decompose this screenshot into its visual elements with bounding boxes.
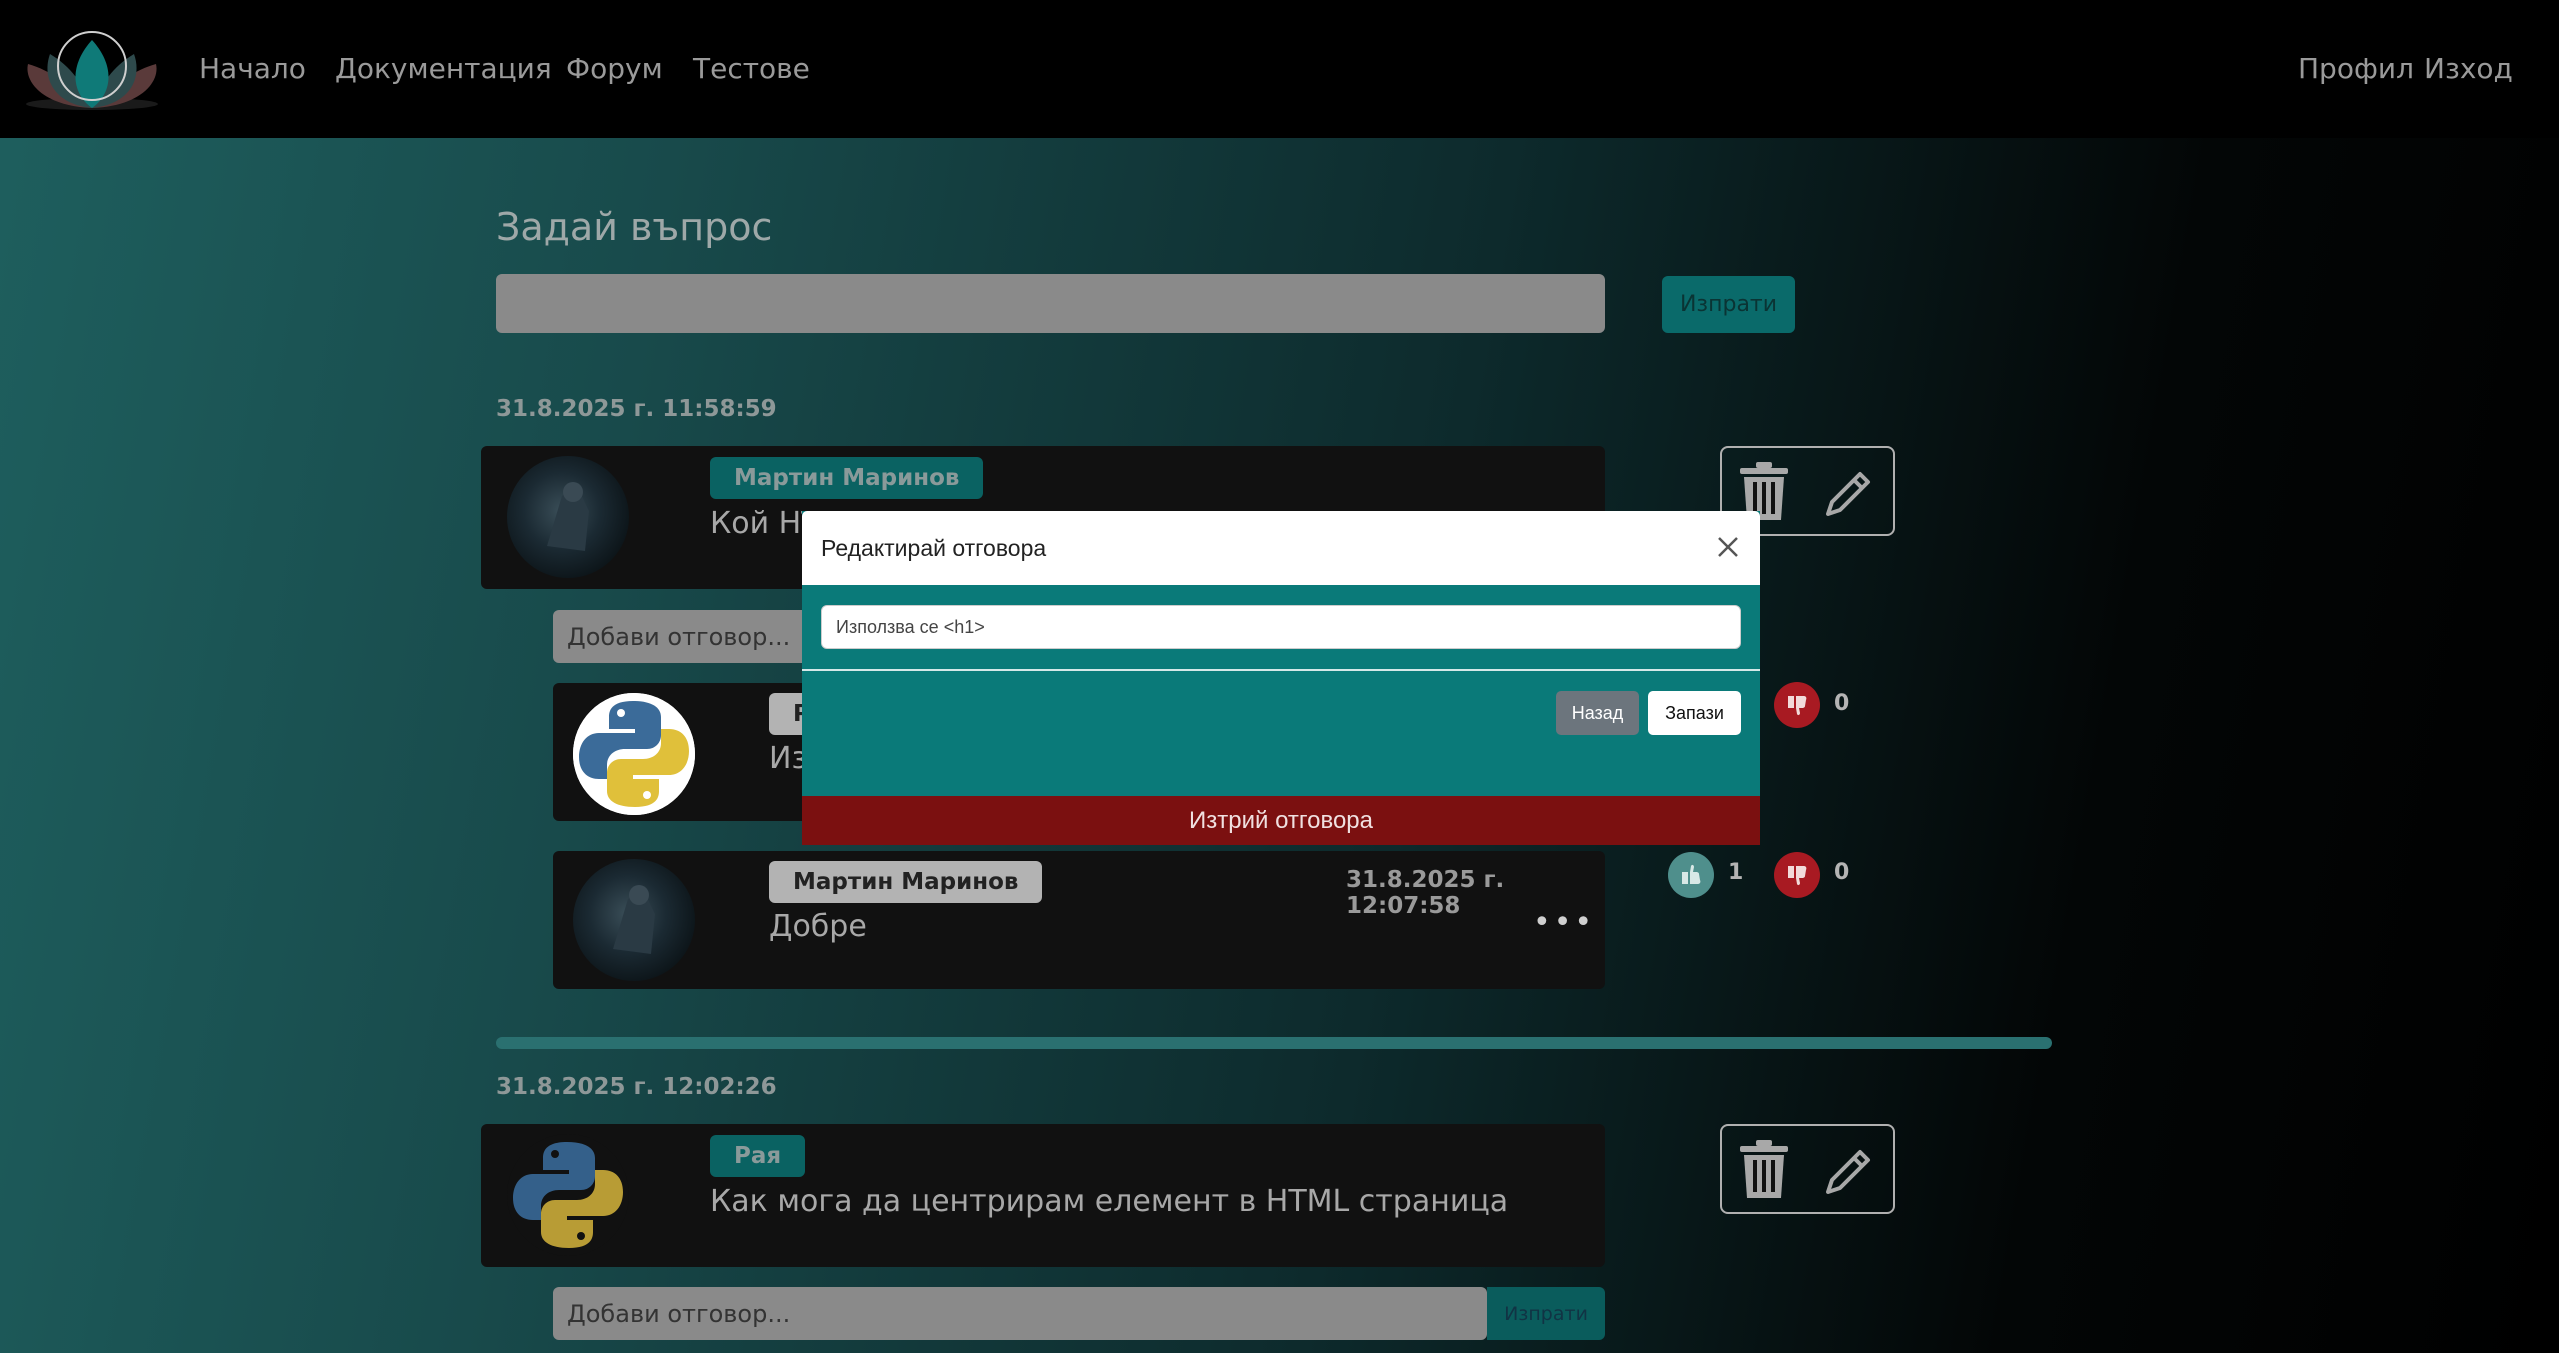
author-name-tag: Мартин Маринов: [769, 861, 1043, 903]
edit-answer-modal: Редактирай отговора Използва се <h1> Наз…: [802, 511, 1760, 845]
avatar: [573, 859, 695, 981]
modal-divider: [802, 669, 1760, 671]
question-timestamp: 31.8.2025 г. 12:02:26: [496, 1074, 777, 1100]
dislike-count: 0: [1834, 860, 1850, 885]
dislike-button[interactable]: [1774, 852, 1820, 898]
answer-text: Добре: [769, 909, 867, 944]
answer-send-button[interactable]: Изпрати: [1487, 1287, 1605, 1340]
python-avatar: [507, 1134, 629, 1256]
add-answer-input[interactable]: Добави отговор...: [553, 1287, 1487, 1340]
nav-link-logout[interactable]: Изход: [2424, 52, 2513, 85]
dislike-count: 0: [1834, 691, 1850, 716]
dislike-button[interactable]: [1774, 682, 1820, 728]
nav-link-tests[interactable]: Тестове: [693, 52, 810, 85]
python-avatar: [573, 693, 695, 815]
pencil-icon[interactable]: [1822, 1144, 1876, 1198]
lotus-logo-icon[interactable]: [22, 26, 162, 114]
like-button[interactable]: [1668, 852, 1714, 898]
more-options-icon[interactable]: •••: [1533, 905, 1595, 940]
answer-card: Мартин Маринов 31.8.2025 г. 12:07:58 Доб…: [553, 851, 1605, 989]
author-name-tag: Мартин Маринов: [710, 457, 984, 499]
nav-link-documentation[interactable]: Документация: [335, 52, 552, 85]
close-icon[interactable]: [1712, 531, 1744, 563]
delete-answer-button[interactable]: Изтрий отговора: [802, 796, 1760, 845]
question-actions: [1720, 1124, 1895, 1214]
edit-answer-input[interactable]: Използва се <h1>: [821, 605, 1741, 649]
question-text: Как мога да центрирам елемент в HTML стр…: [710, 1184, 1509, 1219]
question-timestamp: 31.8.2025 г. 11:58:59: [496, 396, 777, 422]
add-answer-input[interactable]: Добави отговор...: [553, 610, 810, 663]
back-button[interactable]: Назад: [1556, 691, 1639, 735]
pencil-icon[interactable]: [1822, 466, 1876, 520]
trash-icon[interactable]: [1736, 1140, 1792, 1200]
like-count: 1: [1728, 860, 1744, 885]
ask-question-title: Задай въпрос: [496, 205, 773, 249]
question-divider: [496, 1037, 2052, 1049]
nav-link-profile[interactable]: Профил: [2298, 52, 2414, 85]
thumbs-up-icon: [1682, 864, 1701, 884]
modal-header: Редактирай отговора: [802, 511, 1760, 585]
thumbs-down-icon: [1788, 696, 1807, 716]
top-navbar: Начало Документация Форум Тестове Профил…: [0, 0, 2559, 138]
modal-title: Редактирай отговора: [821, 535, 1047, 561]
nav-link-forum[interactable]: Форум: [566, 52, 663, 85]
author-name-tag: Рая: [710, 1135, 806, 1177]
avatar: [507, 456, 629, 578]
save-button[interactable]: Запази: [1648, 691, 1741, 735]
ask-send-button[interactable]: Изпрати: [1662, 276, 1795, 333]
question-card: Рая Как мога да центрирам елемент в HTML…: [481, 1124, 1605, 1267]
ask-question-input[interactable]: [496, 274, 1605, 333]
thumbs-down-icon: [1788, 866, 1807, 886]
nav-link-home[interactable]: Начало: [199, 52, 306, 85]
